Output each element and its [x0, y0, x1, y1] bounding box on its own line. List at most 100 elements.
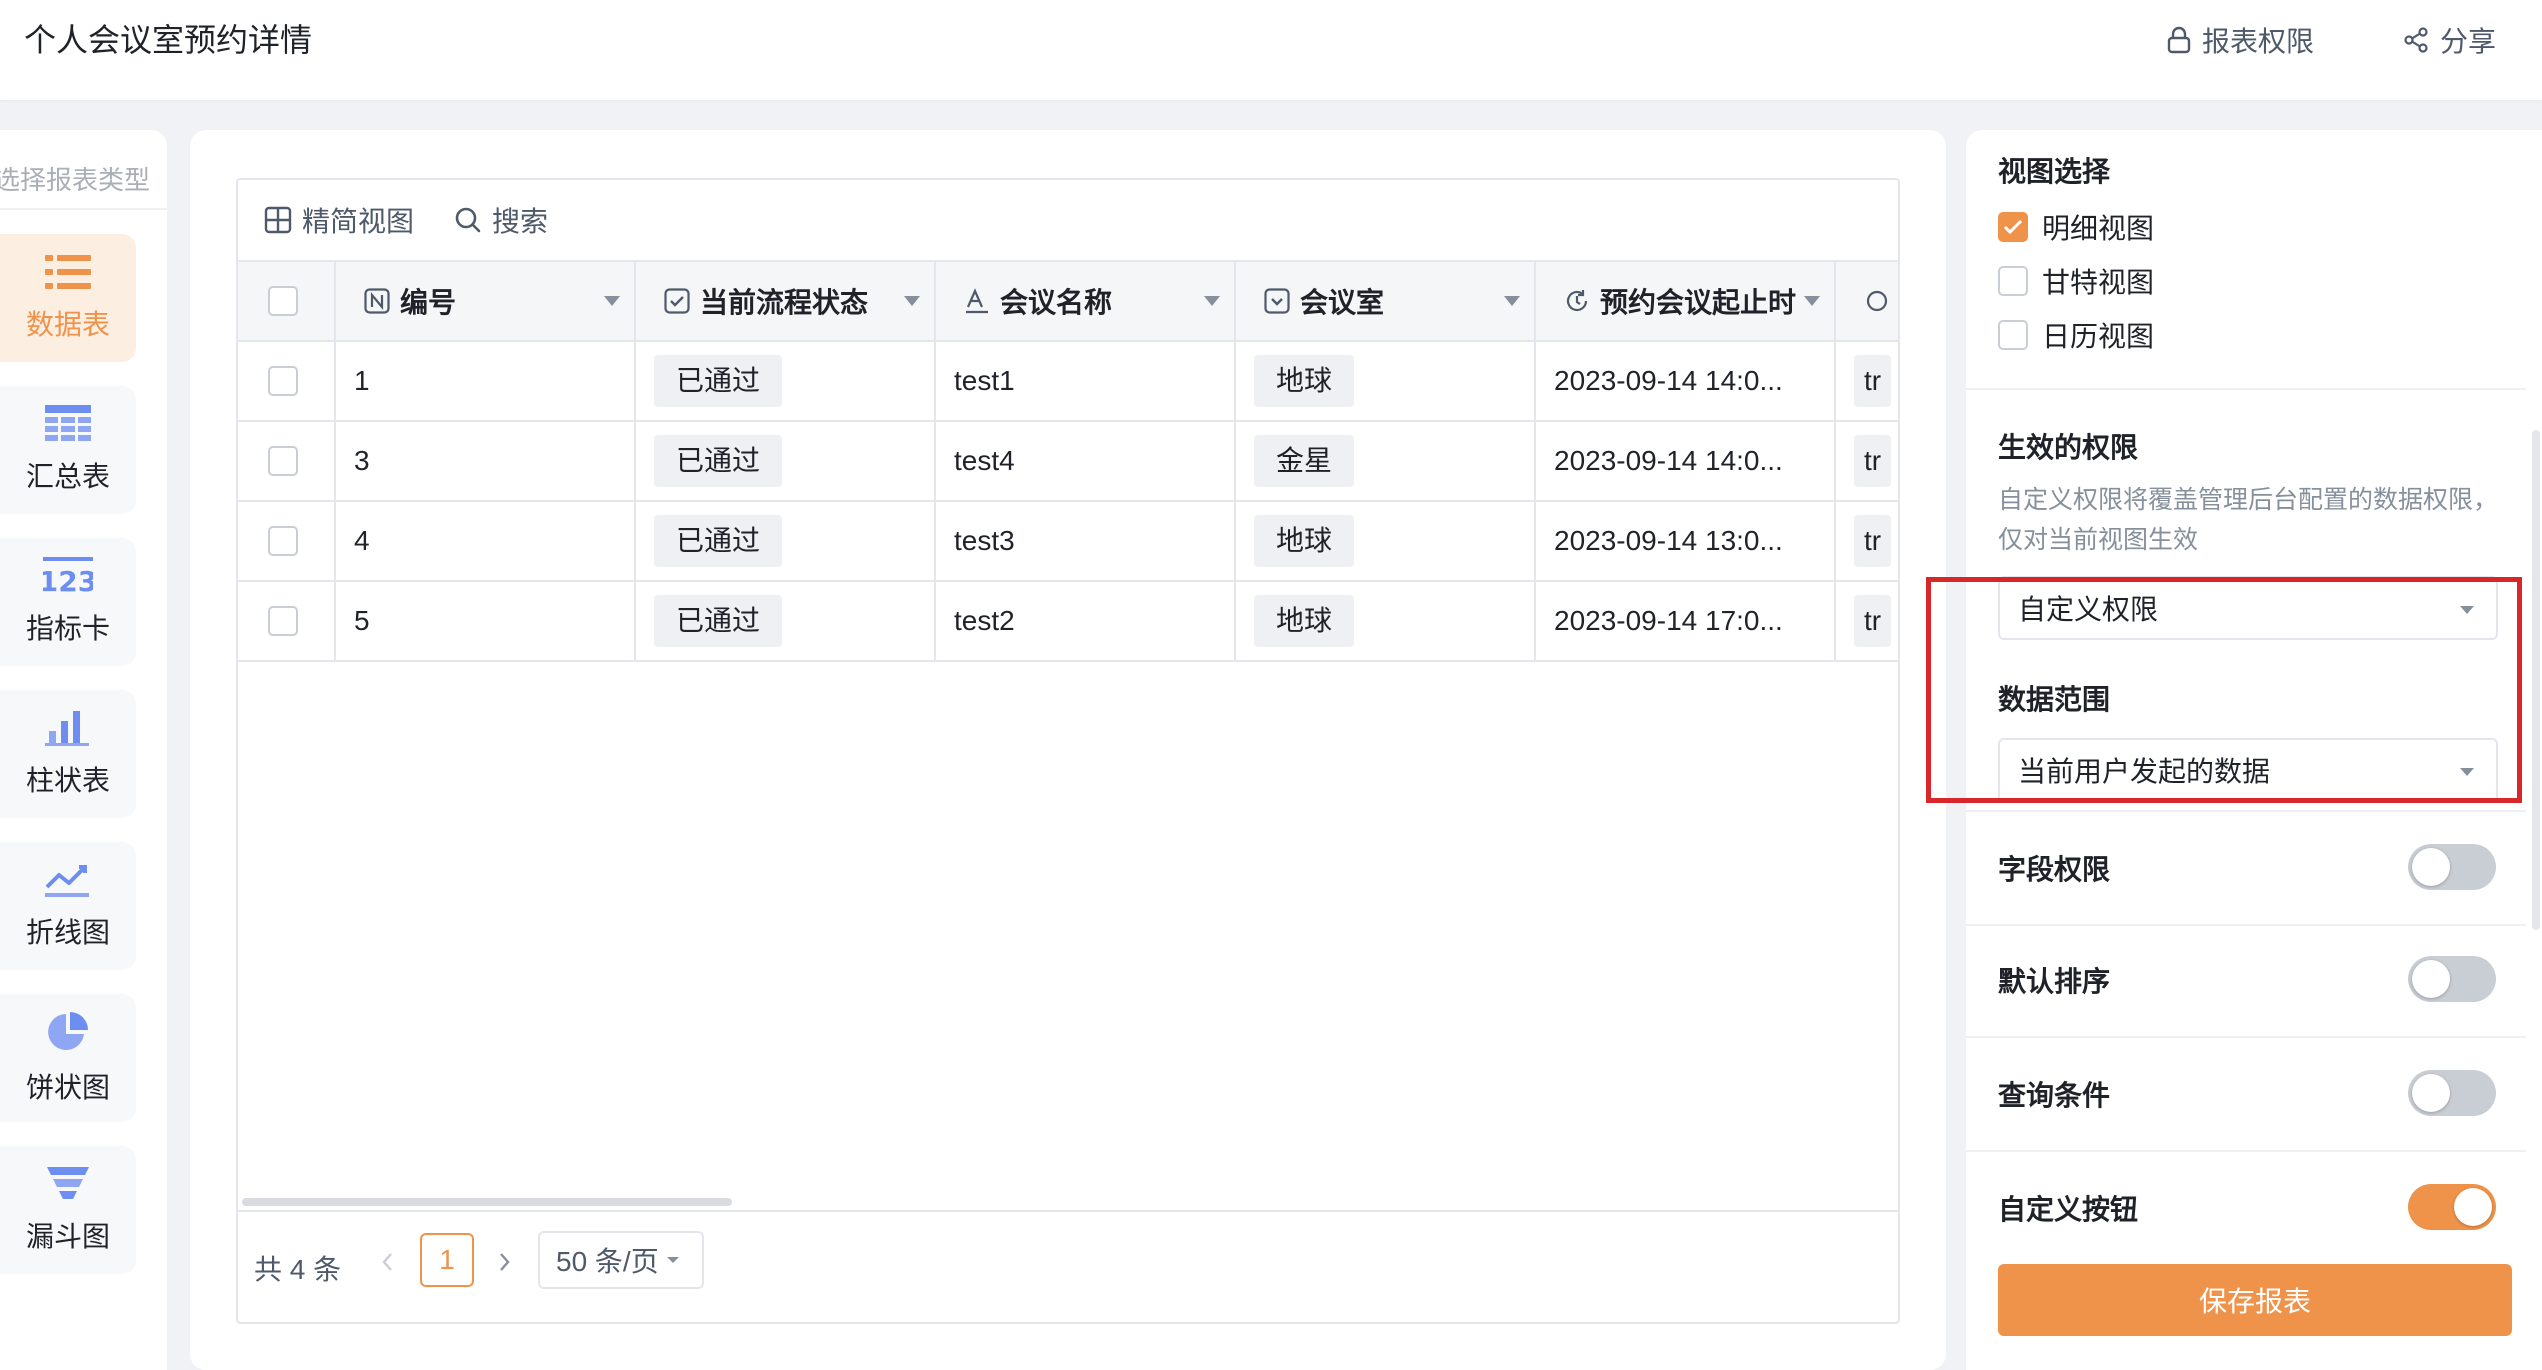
column-header-label: 会议室: [1300, 287, 1385, 318]
save-report-button[interactable]: 保存报表: [1998, 1264, 2512, 1336]
field-permission-toggle[interactable]: [2408, 844, 2496, 890]
checkbox[interactable]: [1998, 266, 2028, 296]
report-type-label: 饼状图: [25, 1072, 110, 1103]
report-permission-label: 报表权限: [2202, 26, 2315, 57]
table-grid-icon: [45, 405, 91, 443]
cell-meeting-name: test2: [936, 582, 1236, 660]
grid-view-icon: [264, 206, 292, 234]
field-permission-row: 字段权限: [1966, 810, 2526, 926]
data-range-select-value: 当前用户发起的数据: [2018, 756, 2271, 787]
toggle-label: 默认排序: [1998, 966, 2111, 997]
line-chart-icon: [45, 861, 91, 899]
table-row[interactable]: 4 已通过 test3 地球 2023-09-14 13:0... tr: [238, 502, 1898, 582]
lock-icon: [2166, 26, 2192, 54]
cell-next: tr: [1836, 582, 1898, 660]
search-icon: [454, 206, 482, 234]
cell-meeting-room: 地球: [1236, 582, 1536, 660]
column-header-next[interactable]: [1836, 262, 1898, 340]
column-header-meeting-room[interactable]: 会议室: [1236, 262, 1536, 340]
simple-view-label: 精简视图: [302, 206, 415, 237]
table-row[interactable]: 3 已通过 test4 金星 2023-09-14 14:0... tr: [238, 422, 1898, 502]
checkbox-checked[interactable]: [1998, 212, 2028, 242]
list-icon: [45, 253, 91, 291]
row-checkbox[interactable]: [268, 366, 298, 396]
chevron-left-icon[interactable]: [378, 1250, 398, 1274]
column-header-meeting-name[interactable]: 会议名称: [936, 262, 1236, 340]
cell-number: 1: [336, 342, 636, 420]
cell-reservation-time: 2023-09-14 17:0...: [1536, 582, 1836, 660]
report-type-funnel-chart[interactable]: 漏斗图: [0, 1146, 136, 1274]
checkbox[interactable]: [1998, 320, 2028, 350]
horizontal-scrollbar[interactable]: [242, 1198, 732, 1206]
cell-reservation-time: 2023-09-14 14:0...: [1536, 422, 1836, 500]
table-row[interactable]: 1 已通过 test1 地球 2023-09-14 14:0... tr: [238, 342, 1898, 422]
data-range-select[interactable]: 当前用户发起的数据: [1998, 738, 2498, 802]
select-all-checkbox[interactable]: [268, 286, 298, 316]
toggle-label: 字段权限: [1998, 854, 2111, 885]
room-tag: 金星: [1254, 435, 1355, 487]
permission-select[interactable]: 自定义权限: [1998, 576, 2498, 640]
text-field-icon: [964, 288, 990, 314]
view-option-label: 明细视图: [2042, 213, 2155, 244]
column-menu-caret-icon[interactable]: [1204, 296, 1220, 306]
cell-next: tr: [1836, 422, 1898, 500]
total-count: 共 4 条: [254, 1254, 342, 1285]
header-select-all-cell: [238, 262, 336, 340]
column-header-status[interactable]: 当前流程状态: [636, 262, 936, 340]
column-menu-caret-icon[interactable]: [904, 296, 920, 306]
view-option-gantt[interactable]: 甘特视图: [1998, 264, 2154, 298]
column-menu-caret-icon[interactable]: [1504, 296, 1520, 306]
share-button[interactable]: 分享: [2402, 20, 2496, 60]
column-header-label: 当前流程状态: [700, 287, 869, 318]
report-type-label: 数据表: [25, 309, 110, 340]
chevron-down-icon: [665, 1254, 681, 1266]
report-type-line-chart[interactable]: 折线图: [0, 842, 136, 970]
report-permission-button[interactable]: 报表权限: [2166, 20, 2314, 60]
divider: [1966, 388, 2526, 390]
column-header-reservation-time[interactable]: 预约会议起止时: [1536, 262, 1836, 340]
column-menu-caret-icon[interactable]: [1804, 296, 1820, 306]
search-button[interactable]: 搜索: [454, 200, 548, 240]
page-number-button[interactable]: 1: [420, 1233, 474, 1287]
simple-view-button[interactable]: 精简视图: [264, 200, 414, 240]
report-type-summary-table[interactable]: 汇总表: [0, 386, 136, 514]
main-panel: 精简视图 搜索 编号 当前流程状态 会议名称 会议室 预约会议起止时 1 已通过…: [190, 130, 1946, 1370]
cell-status: 已通过: [636, 422, 936, 500]
default-sort-toggle[interactable]: [2408, 956, 2496, 1002]
cell-reservation-time: 2023-09-14 14:0...: [1536, 342, 1836, 420]
row-checkbox[interactable]: [268, 446, 298, 476]
row-checkbox[interactable]: [268, 606, 298, 636]
row-checkbox[interactable]: [268, 526, 298, 556]
time-field-icon: [1564, 288, 1590, 314]
report-type-pie-chart[interactable]: 饼状图: [0, 994, 136, 1122]
page-size-select[interactable]: 50 条/页: [538, 1231, 704, 1289]
share-icon: [2402, 26, 2430, 54]
cell-number: 3: [336, 422, 636, 500]
report-type-indicator-card[interactable]: 123 指标卡: [0, 538, 136, 666]
table-row[interactable]: 5 已通过 test2 地球 2023-09-14 17:0... tr: [238, 582, 1898, 662]
report-type-bar-chart[interactable]: 柱状表: [0, 690, 136, 818]
time-field-icon: [1864, 288, 1890, 314]
pie-chart-icon: [46, 1010, 90, 1054]
permission-description: 自定义权限将覆盖管理后台配置的数据权限，仅对当前视图生效: [1998, 486, 2499, 554]
column-header-number[interactable]: 编号: [336, 262, 636, 340]
custom-button-toggle[interactable]: [2408, 1184, 2496, 1230]
toggle-knob: [2412, 848, 2450, 886]
vertical-scrollbar[interactable]: [2532, 430, 2540, 930]
view-option-calendar[interactable]: 日历视图: [1998, 318, 2154, 352]
report-type-data-table[interactable]: 数据表: [0, 234, 136, 362]
column-menu-caret-icon[interactable]: [604, 296, 620, 306]
settings-panel: 视图选择 明细视图 甘特视图 日历视图 生效的权限 自定义权限将覆盖管理后台配置…: [1966, 130, 2542, 1370]
cell-number: 5: [336, 582, 636, 660]
chevron-right-icon[interactable]: [494, 1250, 514, 1274]
query-condition-toggle[interactable]: [2408, 1070, 2496, 1116]
status-field-icon: [664, 288, 690, 314]
report-type-label: 折线图: [25, 917, 110, 948]
search-label: 搜索: [492, 206, 549, 237]
cell-status: 已通过: [636, 582, 936, 660]
chevron-down-icon: [2460, 606, 2474, 614]
view-option-detail[interactable]: 明细视图: [1998, 210, 2154, 244]
cell-next: tr: [1836, 502, 1898, 580]
cell-meeting-name: test3: [936, 502, 1236, 580]
page-title: 个人会议室预约详情: [24, 22, 313, 58]
